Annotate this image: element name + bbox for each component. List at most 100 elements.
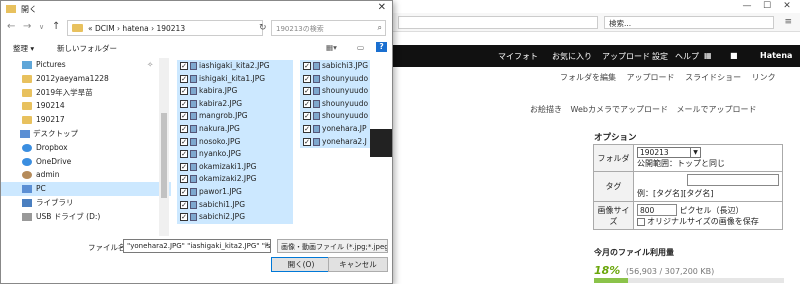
nav-item-onedrive[interactable]: OneDrive bbox=[1, 155, 171, 169]
image-file-icon bbox=[190, 175, 197, 184]
nav-item-admin[interactable]: admin bbox=[1, 168, 171, 182]
file-checkbox[interactable]: ✓ bbox=[303, 74, 311, 83]
file-checkbox[interactable]: ✓ bbox=[180, 99, 188, 108]
file-checkbox[interactable]: ✓ bbox=[303, 99, 311, 108]
folder-visibility-note: 公開範囲：トップと同じ bbox=[637, 159, 725, 168]
nav-item-folder[interactable]: 2019年入学旱苗 bbox=[1, 86, 171, 100]
file-item[interactable]: ✓ sabichi1.JPG bbox=[177, 198, 293, 212]
file-item[interactable]: ✓ shounyuudo bbox=[300, 97, 370, 111]
edit-folder-link[interactable]: フォルダを編集 bbox=[560, 73, 616, 82]
nav-item-folder[interactable]: 190214 bbox=[1, 99, 171, 113]
nav-help[interactable]: ヘルプ bbox=[675, 51, 699, 62]
apps-grid-icon[interactable]: ▦ bbox=[704, 51, 712, 60]
url-bar[interactable] bbox=[398, 16, 598, 29]
close-icon[interactable]: ✕ bbox=[378, 2, 386, 13]
nav-scroll-thumb[interactable] bbox=[161, 113, 167, 198]
chevron-down-icon[interactable]: ∨ bbox=[265, 241, 269, 248]
link-link[interactable]: リンク bbox=[752, 73, 776, 82]
nav-item-pc[interactable]: PC bbox=[1, 182, 171, 196]
filetype-select[interactable]: 画像・動画ファイル (*.jpg;*.jpeg;* bbox=[277, 239, 388, 253]
file-item[interactable]: ✓ kabira2.JPG bbox=[177, 97, 293, 111]
preview-pane-icon[interactable]: ▭ bbox=[357, 43, 364, 52]
menu-icon[interactable]: ≡ bbox=[784, 17, 792, 27]
help-icon[interactable]: ? bbox=[376, 42, 387, 52]
hatena-logo[interactable]: Hatena bbox=[760, 51, 792, 60]
file-checkbox[interactable]: ✓ bbox=[303, 87, 311, 96]
tag-input[interactable] bbox=[687, 174, 779, 186]
file-checkbox[interactable]: ✓ bbox=[180, 74, 188, 83]
file-item[interactable]: ✓ mangrob.JPG bbox=[177, 110, 293, 123]
cancel-button[interactable]: キャンセル bbox=[328, 257, 388, 272]
file-checkbox[interactable]: ✓ bbox=[180, 112, 188, 121]
nav-item-usb[interactable]: USB ドライブ (D:) bbox=[1, 210, 171, 224]
file-item[interactable]: ✓ shounyuudo bbox=[300, 72, 370, 86]
refresh-icon[interactable]: ↻ bbox=[259, 23, 267, 33]
nav-settings[interactable]: 設定 bbox=[652, 51, 668, 62]
slideshow-link[interactable]: スライドショー bbox=[685, 73, 741, 82]
file-checkbox[interactable]: ✓ bbox=[180, 162, 188, 171]
file-item[interactable]: ✓ shounyuudo bbox=[300, 85, 370, 98]
file-item[interactable]: ✓ iashigaki_kita2.JPG bbox=[177, 60, 293, 73]
file-checkbox[interactable]: ✓ bbox=[180, 62, 188, 70]
save-original-checkbox[interactable] bbox=[637, 217, 645, 226]
nav-item-folder[interactable]: 190217 bbox=[1, 113, 171, 127]
breadcrumb[interactable]: « DCIM › hatena › 190213 bbox=[67, 20, 263, 36]
file-item[interactable]: ✓ ishigaki_kita1.JPG bbox=[177, 72, 293, 86]
nav-favorites[interactable]: お気に入り bbox=[552, 51, 592, 62]
file-item[interactable]: ✓ nyanko.JPG bbox=[177, 148, 293, 161]
folder-select[interactable]: 190213 ▼ bbox=[637, 147, 701, 158]
file-checkbox[interactable]: ✓ bbox=[180, 87, 188, 96]
file-checkbox[interactable]: ✓ bbox=[303, 62, 311, 70]
file-item[interactable]: ✓ okamizaki2.JPG bbox=[177, 173, 293, 186]
maximize-icon[interactable]: ☐ bbox=[758, 1, 776, 11]
file-checkbox[interactable]: ✓ bbox=[180, 213, 188, 222]
nav-my-photo[interactable]: マイフォト bbox=[498, 51, 538, 62]
nav-item-pictures[interactable]: Pictures ✧ bbox=[1, 58, 171, 72]
file-checkbox[interactable]: ✓ bbox=[180, 188, 188, 196]
organize-button[interactable]: 整理 ▾ bbox=[13, 43, 34, 54]
up-arrow-icon[interactable]: ↑ bbox=[52, 21, 60, 32]
nav-scrollbar[interactable] bbox=[159, 58, 169, 236]
recent-chevron-icon[interactable]: ∨ bbox=[39, 23, 44, 31]
file-checkbox[interactable]: ✓ bbox=[303, 137, 311, 146]
mail-upload-link[interactable]: メールでアップロード bbox=[677, 105, 757, 114]
file-item[interactable]: ✓ shounyuudo bbox=[300, 110, 370, 123]
file-item[interactable]: ✓ sabichi3.JPG bbox=[300, 60, 370, 73]
file-item[interactable]: ✓ pawor1.JPG bbox=[177, 186, 293, 199]
file-checkbox[interactable]: ✓ bbox=[303, 125, 311, 133]
minimize-icon[interactable]: — bbox=[738, 1, 756, 11]
file-checkbox[interactable]: ✓ bbox=[180, 137, 188, 146]
file-item[interactable]: ✓ nakura.JPG bbox=[177, 123, 293, 136]
file-checkbox[interactable]: ✓ bbox=[303, 112, 311, 121]
file-item[interactable]: ✓ yonehara2.J bbox=[300, 135, 370, 149]
open-button[interactable]: 開く(O) bbox=[271, 257, 331, 272]
draw-link[interactable]: お絵描き bbox=[530, 105, 562, 114]
browser-search-input[interactable]: 検索... bbox=[604, 16, 774, 29]
nav-item-library[interactable]: ライブラリ bbox=[1, 196, 171, 210]
nav-upload[interactable]: アップロード bbox=[602, 51, 650, 62]
file-checkbox[interactable]: ✓ bbox=[180, 125, 188, 133]
file-item[interactable]: ✓ sabichi2.JPG bbox=[177, 211, 293, 224]
size-input[interactable]: 800 bbox=[637, 204, 677, 216]
new-folder-button[interactable]: 新しいフォルダー bbox=[57, 43, 117, 54]
file-checkbox[interactable]: ✓ bbox=[180, 175, 188, 184]
nav-item-dropbox[interactable]: Dropbox bbox=[1, 141, 171, 155]
file-item[interactable]: ✓ okamizaki1.JPG bbox=[177, 160, 293, 174]
file-item[interactable]: ✓ yonehara.JP bbox=[300, 123, 370, 136]
file-checkbox[interactable]: ✓ bbox=[180, 200, 188, 209]
forward-arrow-icon[interactable]: → bbox=[23, 21, 31, 32]
close-icon[interactable]: ✕ bbox=[778, 1, 796, 11]
webcam-upload-link[interactable]: Webカメラでアップロード bbox=[571, 105, 668, 114]
nav-item-desktop[interactable]: デスクトップ bbox=[1, 127, 171, 141]
file-item[interactable]: ✓ kabira.JPG bbox=[177, 85, 293, 98]
upload-link[interactable]: アップロード bbox=[627, 73, 675, 82]
file-item[interactable]: ✓ nosoko.JPG bbox=[177, 135, 293, 149]
nav-item-folder[interactable]: 2012yaeyama1228 bbox=[1, 72, 171, 86]
file-checkbox[interactable]: ✓ bbox=[180, 150, 188, 159]
filename-input[interactable]: "yonehara2.JPG" "iashigaki_kita2.JPG" "i… bbox=[123, 239, 271, 253]
file-name: sabichi1.JPG bbox=[199, 199, 246, 209]
folder-search-input[interactable]: 190213の検索 ⌕ bbox=[271, 20, 386, 36]
back-arrow-icon[interactable]: ← bbox=[7, 21, 15, 32]
notification-icon[interactable]: ■ bbox=[730, 51, 738, 60]
view-options-icon[interactable]: ▦▾ bbox=[326, 43, 337, 52]
